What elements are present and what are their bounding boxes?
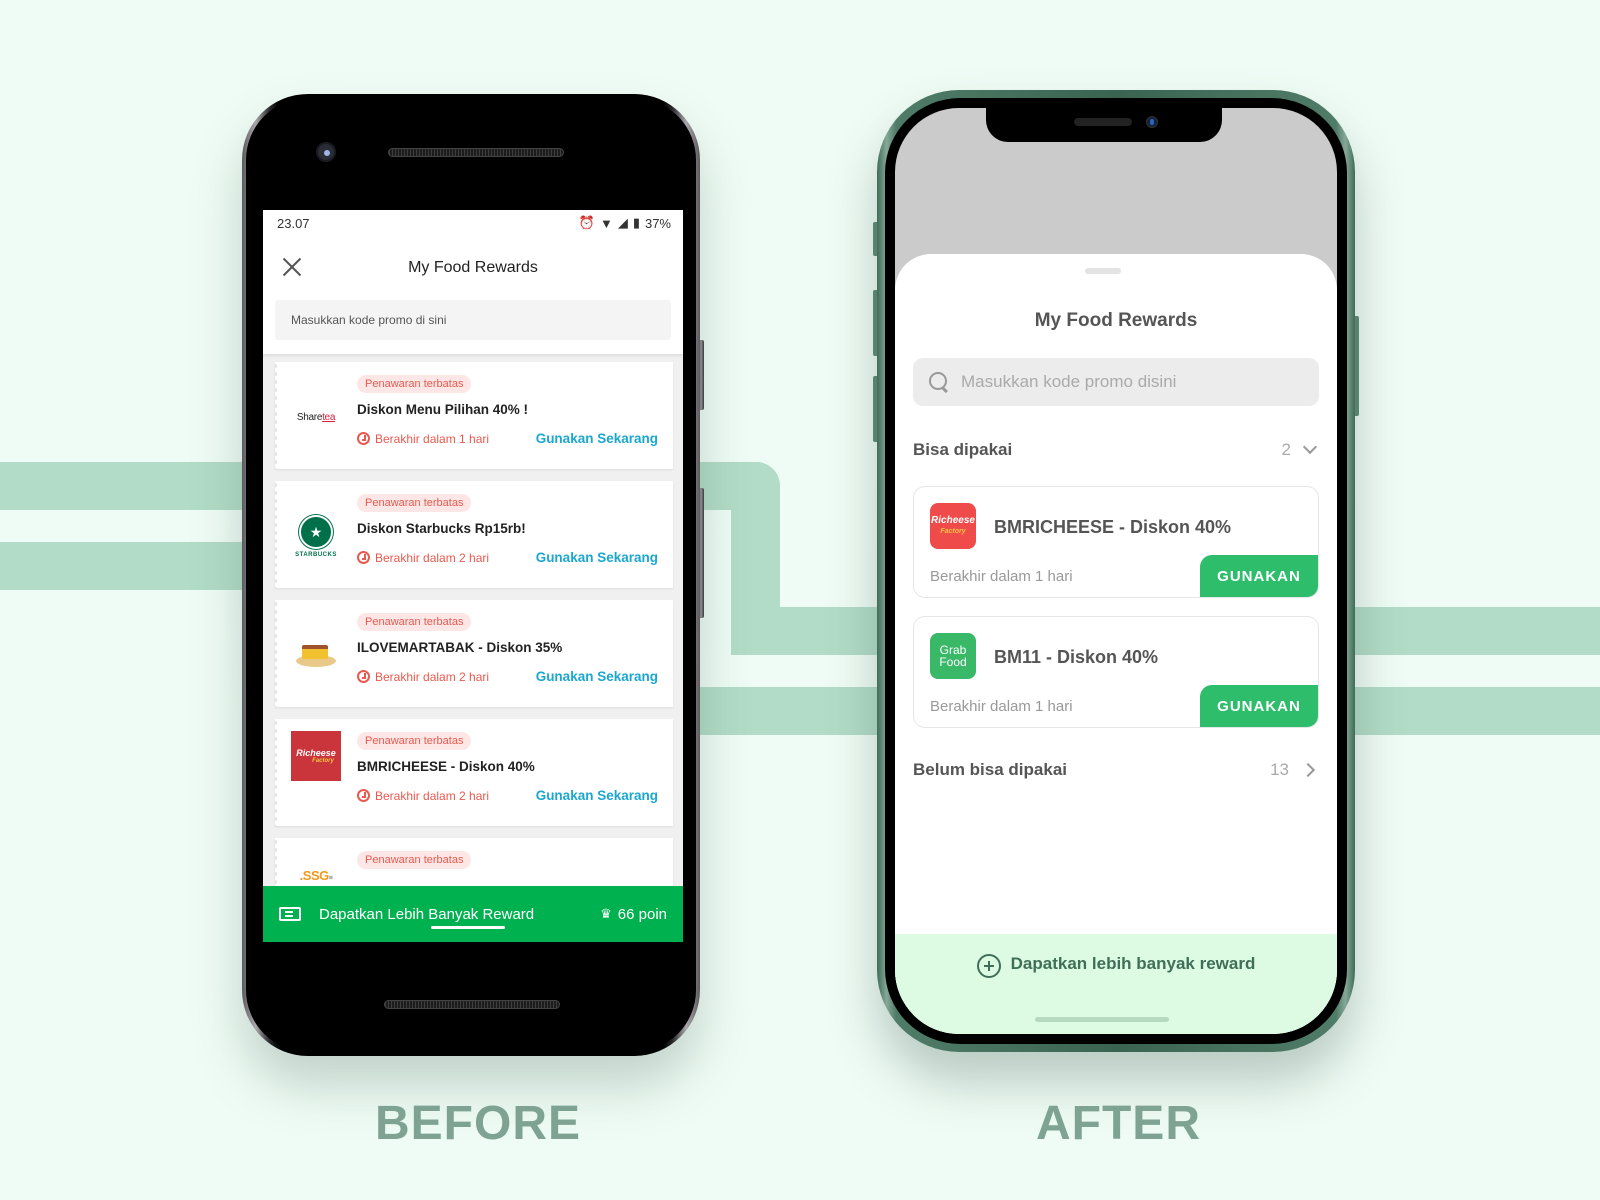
chevron-right-icon: [1300, 762, 1316, 778]
notch: [986, 108, 1222, 142]
rewards-list[interactable]: Sharetea Penawaran terbatas Diskon Menu …: [263, 354, 683, 942]
bg-stripe: [1350, 687, 1600, 735]
earpiece-speaker: [1074, 118, 1132, 126]
background: [0, 0, 1600, 1200]
status-time: 23.07: [277, 215, 310, 231]
clock-icon: [357, 789, 370, 802]
status-bar: 23.07 ⏰ ▼ ◢ ▮ 37%: [263, 210, 683, 236]
section-label: Belum bisa dipakai: [913, 760, 1067, 779]
merchant-logo-sharetea: Sharetea: [296, 412, 336, 423]
use-button[interactable]: GUNAKAN: [1200, 685, 1318, 727]
reward-card[interactable]: Grab Food BM11 - Diskon 40% Berakhir dala…: [913, 616, 1319, 728]
search-icon: [929, 372, 949, 392]
app-header: My Food Rewards: [263, 236, 683, 300]
limited-offer-badge: Penawaran terbatas: [357, 851, 472, 869]
promo-code-input[interactable]: [961, 372, 1303, 392]
sheet-grabber-handle[interactable]: [1085, 268, 1121, 274]
iphone-after: My Food Rewards Bisa dipakai 2 RicheeseF…: [877, 90, 1355, 1052]
search-bar[interactable]: [913, 358, 1319, 406]
points-value: 66 poin: [617, 905, 667, 923]
crown-icon: ♛: [600, 906, 612, 921]
before-screen: 23.07 ⏰ ▼ ◢ ▮ 37% My Food Rewards Masukk…: [263, 210, 683, 942]
use-button[interactable]: GUNAKAN: [1200, 555, 1318, 597]
android-phone-before: 23.07 ⏰ ▼ ◢ ▮ 37% My Food Rewards Masukk…: [242, 94, 700, 1056]
limited-offer-badge: Penawaran terbatas: [357, 732, 472, 750]
earpiece-speaker: [388, 148, 564, 157]
expiry-text: Berakhir dalam 1 hari: [930, 698, 1073, 715]
reward-name: BMRICHEESE - Diskon 40%: [357, 759, 535, 774]
promo-code-input[interactable]: [275, 300, 671, 340]
rewards-bottom-sheet: My Food Rewards Bisa dipakai 2 RicheeseF…: [895, 254, 1337, 1034]
merchant-logo-grabfood: Grab Food: [930, 633, 976, 679]
home-indicator[interactable]: [1035, 1017, 1169, 1022]
bg-stripe: [700, 687, 900, 735]
expiry-text: Berakhir dalam 1 hari: [375, 431, 490, 446]
bg-stripe: [0, 542, 250, 590]
merchant-logo-richeese: Richeese Factory: [930, 503, 976, 549]
reward-name: Diskon Starbucks Rp15rb!: [357, 521, 526, 536]
section-label: Bisa dipakai: [913, 440, 1013, 459]
front-camera: [316, 142, 336, 162]
reward-card[interactable]: Penawaran terbatas ILOVEMARTABAK - Disko…: [275, 600, 673, 707]
after-screen: My Food Rewards Bisa dipakai 2 RicheeseF…: [895, 108, 1337, 1034]
clock-icon: [357, 432, 370, 445]
use-now-link[interactable]: Gunakan Sekarang: [536, 431, 658, 446]
get-more-rewards-bar[interactable]: Dapatkan Lebih Banyak Reward ♛ 66 poin: [263, 886, 683, 942]
merchant-logo-richeese: Richeese Factory: [275, 719, 357, 826]
expiry-text: Berakhir dalam 2 hari: [375, 669, 490, 684]
expiry-text: Berakhir dalam 2 hari: [375, 788, 490, 803]
reward-card[interactable]: ★ STARBUCKS Penawaran terbatas Diskon St…: [275, 481, 673, 588]
usable-section-header[interactable]: Bisa dipakai 2: [913, 439, 1319, 460]
battery-icon: ▮: [632, 215, 640, 230]
plus-circle-icon: [976, 954, 1001, 978]
limited-offer-badge: Penawaran terbatas: [357, 375, 472, 393]
ticket-icon: [279, 907, 301, 921]
bg-stripe: [1350, 607, 1600, 655]
clock-icon: [357, 551, 370, 564]
reward-card[interactable]: Richeese Factory BMRICHEESE - Diskon 40% …: [913, 486, 1319, 598]
merchant-logo-starbucks: ★ STARBUCKS: [275, 481, 357, 588]
use-now-link[interactable]: Gunakan Sekarang: [536, 669, 658, 684]
front-camera: [1146, 116, 1158, 128]
merchant-logo-martabak: [275, 600, 357, 707]
bg-stripe: [0, 462, 250, 510]
after-caption: AFTER: [1036, 1097, 1201, 1150]
reward-card[interactable]: Richeese Factory Penawaran terbatas BMRIC…: [275, 719, 673, 826]
unusable-section-header[interactable]: Belum bisa dipakai 13: [913, 760, 1319, 780]
page-title: My Food Rewards: [1034, 310, 1198, 331]
use-now-link[interactable]: Gunakan Sekarang: [536, 550, 658, 565]
before-caption: BEFORE: [375, 1097, 582, 1150]
reward-name: ILOVEMARTABAK - Diskon 35%: [357, 640, 563, 655]
reward-name: BMRICHEESE - Diskon 40%: [994, 517, 1232, 537]
get-more-rewards-label: Dapatkan lebih banyak reward: [1010, 954, 1256, 973]
section-count: 13: [1270, 760, 1289, 779]
bottom-speaker: [384, 1000, 560, 1009]
battery-level: 37%: [644, 215, 671, 231]
page-title: My Food Rewards: [408, 259, 538, 276]
limited-offer-badge: Penawaran terbatas: [357, 613, 472, 631]
wifi-icon: ▼: [599, 215, 613, 231]
reward-name: Diskon Menu Pilihan 40% !: [357, 402, 529, 417]
get-more-rewards-button[interactable]: Dapatkan lebih banyak reward: [895, 934, 1337, 1034]
use-now-link[interactable]: Gunakan Sekarang: [536, 788, 658, 803]
reward-name: BM11 - Diskon 40%: [994, 647, 1159, 667]
close-icon[interactable]: [281, 256, 303, 278]
signal-icon: ◢: [617, 215, 628, 230]
limited-offer-badge: Penawaran terbatas: [357, 494, 472, 512]
get-more-rewards-label: Dapatkan Lebih Banyak Reward: [319, 905, 535, 923]
alarm-icon: ⏰: [578, 215, 595, 230]
expiry-text: Berakhir dalam 1 hari: [930, 568, 1073, 585]
reward-card[interactable]: Sharetea Penawaran terbatas Diskon Menu …: [275, 362, 673, 469]
search-container: [263, 300, 683, 354]
section-count: 2: [1281, 440, 1291, 459]
chevron-down-icon: [1302, 439, 1318, 455]
gesture-nav-bar: [431, 926, 505, 929]
clock-icon: [357, 670, 370, 683]
bg-stripe: [731, 607, 891, 655]
expiry-text: Berakhir dalam 2 hari: [375, 550, 490, 565]
